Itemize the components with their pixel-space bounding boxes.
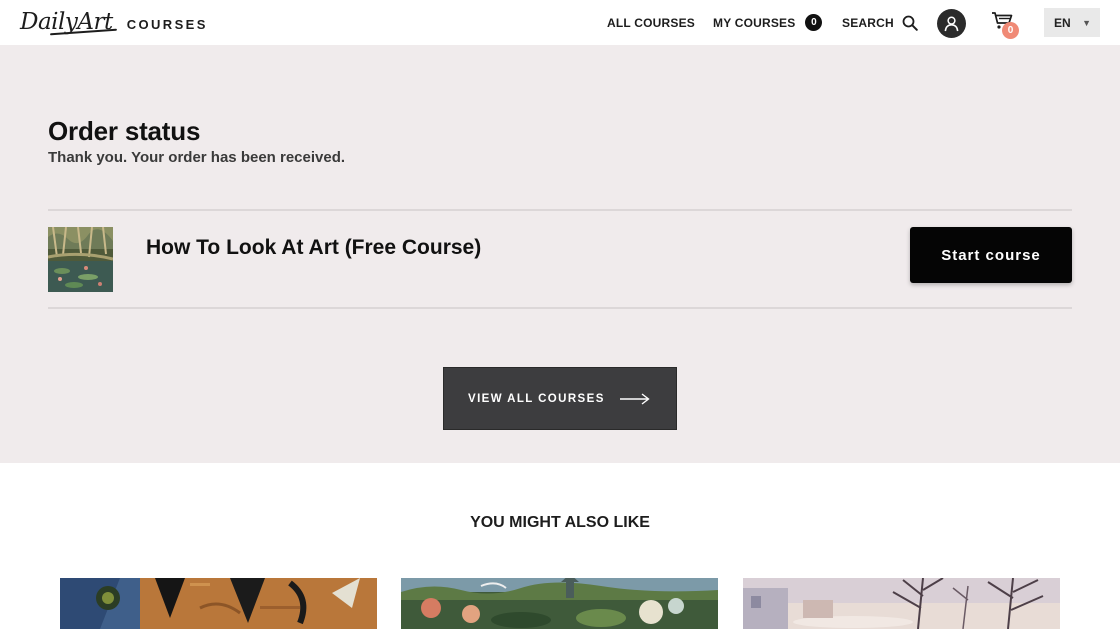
nav-search-label: SEARCH (842, 15, 894, 30)
nav-all-courses-link[interactable]: ALL COURSES (607, 0, 695, 45)
user-icon (944, 16, 959, 32)
top-navigation-bar: DailyArt COURSES ALL COURSES MY COURSES … (0, 0, 1120, 45)
divider-top (48, 209, 1072, 211)
view-all-courses-button[interactable]: VIEW ALL COURSES (443, 367, 677, 430)
cart-button[interactable]: 0 (991, 10, 1021, 39)
arrow-right-icon (620, 393, 650, 405)
page-title: Order status (48, 116, 201, 146)
cart-count-badge: 0 (1002, 22, 1019, 39)
start-course-button[interactable]: Start course (910, 227, 1072, 283)
order-confirmation-message: Thank you. Your order has been received. (48, 149, 346, 166)
recommended-course-card[interactable] (60, 578, 377, 629)
course-title[interactable]: How To Look At Art (Free Course) (146, 236, 481, 260)
logo-script-text: DailyArt (20, 9, 113, 35)
my-courses-count-badge: 0 (805, 14, 823, 31)
divider-bottom (48, 307, 1072, 309)
nav-my-courses-label: MY COURSES (713, 15, 796, 30)
nav-my-courses-link[interactable]: MY COURSES 0 (713, 0, 823, 45)
language-value: EN (1054, 15, 1071, 30)
course-thumbnail (48, 227, 113, 292)
view-all-courses-label: VIEW ALL COURSES (468, 392, 605, 405)
recommendations-section: YOU MIGHT ALSO LIKE (0, 463, 1120, 629)
recommended-course-card[interactable] (743, 578, 1060, 629)
course-card-image (60, 578, 377, 629)
caret-down-icon: ▼ (1082, 18, 1091, 28)
order-status-section: Order status Thank you. Your order has b… (0, 45, 1120, 463)
course-card-image (401, 578, 718, 629)
course-thumbnail-painting (48, 227, 113, 292)
recommended-course-card[interactable] (401, 578, 718, 629)
user-account-button[interactable] (937, 9, 966, 38)
course-card-image (743, 578, 1060, 629)
language-select[interactable]: EN ▼ (1044, 8, 1100, 37)
logo-courses-text: COURSES (126, 17, 208, 32)
nav-search-button[interactable]: SEARCH (842, 0, 918, 45)
nav-all-courses-label: ALL COURSES (607, 15, 695, 30)
site-logo[interactable]: DailyArt COURSES (20, 5, 208, 39)
recommendations-title: YOU MIGHT ALSO LIKE (470, 514, 650, 531)
search-icon (902, 15, 918, 31)
